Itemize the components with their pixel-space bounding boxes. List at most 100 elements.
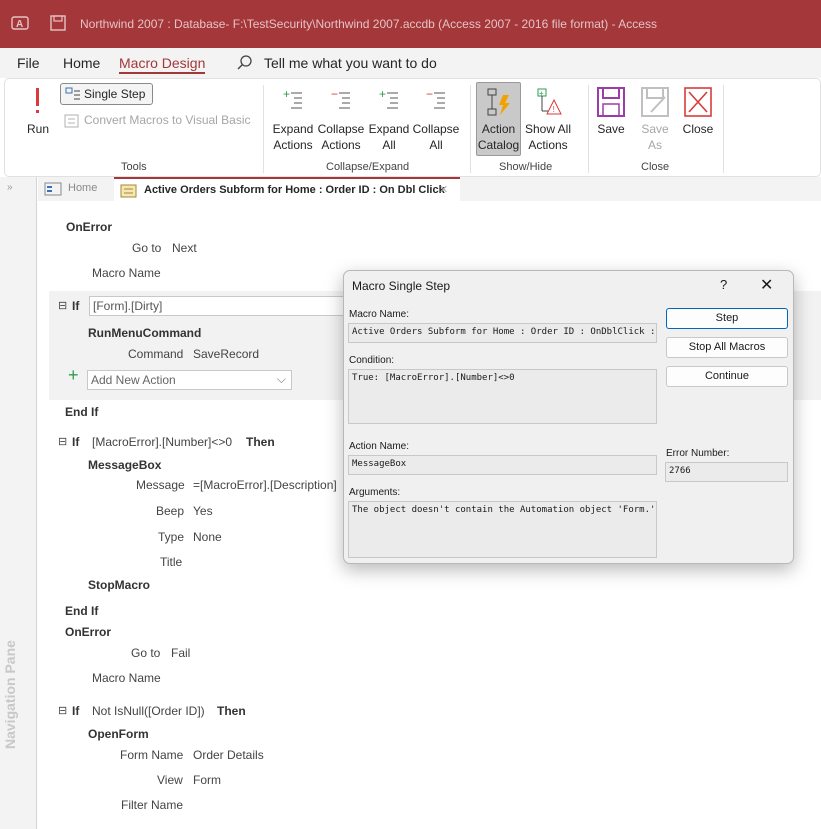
- single-step-label: Single Step: [84, 87, 146, 101]
- macro-single-step-dialog: Macro Single Step ? ✕ Macro Name: Active…: [343, 270, 794, 564]
- collapse-all-label-1: Collapse: [412, 122, 460, 136]
- action-catalog-button[interactable]: Action Catalog: [476, 82, 521, 156]
- messagebox-action[interactable]: MessageBox: [88, 458, 161, 472]
- view-value[interactable]: Form: [193, 773, 221, 787]
- if-keyword: If: [72, 299, 80, 313]
- condition-label: Condition:: [349, 355, 395, 366]
- collapse-actions-button[interactable]: − Collapse Actions: [316, 87, 366, 153]
- command-value[interactable]: SaveRecord: [193, 347, 259, 361]
- type-value[interactable]: None: [193, 530, 222, 544]
- tab-active-label: Active Orders Subform for Home : Order I…: [144, 184, 445, 196]
- add-icon[interactable]: +: [68, 365, 79, 386]
- onerror-keyword[interactable]: OnError: [65, 625, 111, 639]
- menu-file[interactable]: File: [17, 55, 40, 71]
- action-name-field[interactable]: MessageBox: [348, 455, 657, 475]
- svg-text:A: A: [16, 19, 23, 30]
- expand-all-button[interactable]: + Expand All: [367, 87, 411, 153]
- action-catalog-icon: [487, 88, 510, 116]
- goto-value[interactable]: Next: [172, 241, 197, 255]
- openform-action[interactable]: OpenForm: [88, 727, 149, 741]
- condition-field[interactable]: True: [MacroError].[Number]<>0: [348, 369, 657, 424]
- save-as-button[interactable]: Save As: [639, 87, 671, 153]
- divider: [263, 85, 264, 173]
- save-icon: [597, 87, 625, 117]
- continue-button[interactable]: Continue: [666, 366, 788, 387]
- form-name-label: Form Name: [120, 748, 184, 762]
- end-if-keyword: End If: [65, 405, 99, 419]
- title-label: Title: [160, 555, 183, 569]
- chevron-expand-icon[interactable]: »: [7, 182, 13, 193]
- tab-close-icon[interactable]: ✕: [439, 183, 448, 196]
- expand-actions-button[interactable]: + Expand Actions: [270, 87, 316, 153]
- svg-text:+: +: [283, 87, 290, 101]
- expand-all-label-1: Expand: [368, 122, 410, 136]
- close-macro-button[interactable]: Close: [681, 87, 715, 137]
- run-icon: [36, 88, 39, 113]
- convert-macros-button[interactable]: Convert Macros to Visual Basic: [63, 112, 253, 130]
- close-icon[interactable]: ✕: [760, 275, 773, 295]
- collapse-expand-group-label: Collapse/Expand: [326, 161, 410, 173]
- stop-all-macros-button[interactable]: Stop All Macros: [666, 337, 788, 358]
- error-number-field[interactable]: 2766: [665, 462, 788, 482]
- collapse-if-icon[interactable]: ⊟: [58, 435, 67, 448]
- add-new-action-label: Add New Action: [91, 373, 176, 387]
- menu-macro-design[interactable]: Macro Design: [119, 55, 206, 74]
- title-bar: A Northwind 2007 : Database- F:\TestSecu…: [0, 0, 821, 48]
- stopmacro-action[interactable]: StopMacro: [88, 578, 150, 592]
- then-keyword: Then: [246, 435, 275, 449]
- single-step-icon: [65, 87, 80, 100]
- goto-label: Go to: [132, 241, 162, 255]
- expand-all-icon: +: [379, 87, 398, 109]
- navigation-pane[interactable]: » Navigation Pane: [0, 177, 37, 829]
- tab-home[interactable]: Home: [40, 177, 114, 201]
- divider: [470, 85, 471, 173]
- beep-value[interactable]: Yes: [193, 504, 213, 518]
- command-label: Command: [128, 347, 184, 361]
- collapse-all-button[interactable]: − Collapse All: [411, 87, 461, 153]
- divider: [723, 85, 724, 173]
- save-label: Save: [597, 122, 625, 136]
- if-condition-input[interactable]: [Form].[Dirty]: [89, 296, 354, 316]
- add-new-action-select[interactable]: Add New Action ⌵: [87, 370, 292, 390]
- expand-actions-label-2: Actions: [273, 138, 313, 152]
- svg-text:+: +: [379, 87, 386, 101]
- tell-me-input[interactable]: Tell me what you want to do: [264, 55, 437, 71]
- view-label: View: [157, 773, 183, 787]
- run-button[interactable]: Run: [23, 87, 53, 137]
- if-condition[interactable]: Not IsNull([Order ID]): [92, 704, 205, 718]
- show-all-actions-label-1: Show All: [524, 122, 572, 136]
- collapse-if-icon[interactable]: ⊟: [58, 299, 67, 312]
- macro-icon: [120, 184, 137, 198]
- single-step-button[interactable]: Single Step: [60, 83, 153, 105]
- quick-save-icon[interactable]: [50, 14, 66, 35]
- show-hide-group-label: Show/Hide: [499, 161, 553, 173]
- onerror-keyword[interactable]: OnError: [66, 220, 112, 234]
- show-all-actions-label-2: Actions: [528, 138, 568, 152]
- collapse-all-icon: −: [426, 87, 445, 109]
- show-all-actions-button[interactable]: +! Show All Actions: [523, 87, 573, 153]
- tab-active-macro[interactable]: Active Orders Subform for Home : Order I…: [114, 177, 460, 201]
- action-catalog-label-1: Action: [481, 122, 516, 136]
- if-condition[interactable]: [MacroError].[Number]<>0: [92, 435, 232, 449]
- goto-value[interactable]: Fail: [171, 646, 190, 660]
- convert-label: Convert Macros to Visual Basic: [84, 113, 251, 127]
- runmenucommand-action[interactable]: RunMenuCommand: [88, 326, 201, 340]
- document-tabs: Home Active Orders Subform for Home : Or…: [38, 177, 821, 201]
- collapse-if-icon[interactable]: ⊟: [58, 704, 67, 717]
- menu-home[interactable]: Home: [63, 55, 100, 71]
- if-keyword: If: [72, 704, 80, 718]
- beep-label: Beep: [156, 504, 185, 518]
- svg-text:−: −: [426, 87, 433, 101]
- macro-name-field[interactable]: Active Orders Subform for Home : Order I…: [348, 323, 657, 343]
- type-label: Type: [158, 530, 185, 544]
- collapse-all-label-2: All: [429, 138, 443, 152]
- arguments-field[interactable]: The object doesn't contain the Automatio…: [348, 501, 657, 558]
- help-icon[interactable]: ?: [720, 277, 727, 292]
- show-all-actions-icon: +!: [537, 88, 562, 115]
- step-button[interactable]: Step: [666, 308, 788, 329]
- save-button[interactable]: Save: [595, 87, 627, 137]
- search-icon[interactable]: [236, 54, 254, 75]
- message-value[interactable]: =[MacroError].[Description]: [193, 478, 337, 492]
- then-keyword: Then: [217, 704, 246, 718]
- form-name-value[interactable]: Order Details: [193, 748, 264, 762]
